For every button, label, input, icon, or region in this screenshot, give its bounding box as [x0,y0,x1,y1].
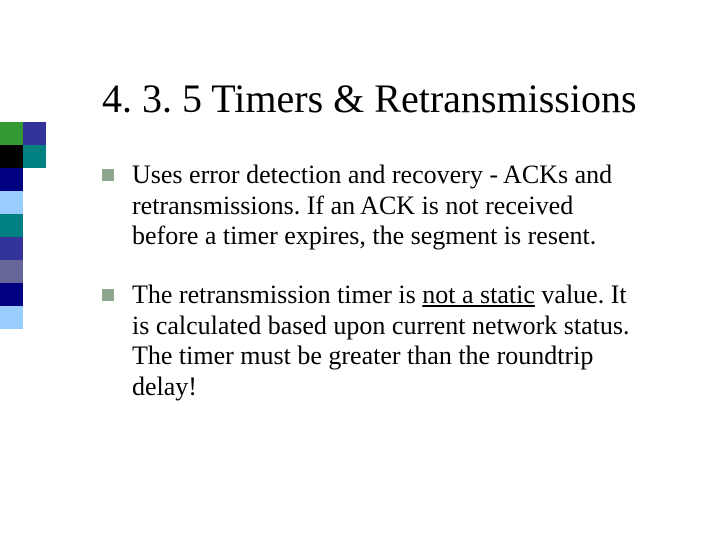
text-run: The retransmission timer is [132,280,422,309]
list-item: The retransmission timer is not a static… [102,280,642,403]
deco-square [0,306,23,329]
deco-square [0,145,23,168]
deco-square [0,260,23,283]
list-item: Uses error detection and recovery - ACKs… [102,160,642,252]
text-run: Uses error detection and recovery - ACKs… [132,160,612,250]
deco-square [0,214,23,237]
deco-square [23,145,46,168]
decorative-sidebar [0,122,46,329]
bullet-icon [102,169,114,181]
deco-square [0,122,23,145]
deco-square [0,191,23,214]
bullet-text: Uses error detection and recovery - ACKs… [132,160,642,252]
slide: 4. 3. 5 Timers & Retransmissions Uses er… [0,0,720,540]
deco-square [0,283,23,306]
deco-square [0,237,23,260]
text-run-underlined: not a static [422,280,535,309]
bullet-icon [102,289,114,301]
deco-square [0,168,23,191]
slide-body: Uses error detection and recovery - ACKs… [102,160,642,431]
slide-title: 4. 3. 5 Timers & Retransmissions [102,78,637,120]
deco-square [23,122,46,145]
bullet-text: The retransmission timer is not a static… [132,280,642,403]
